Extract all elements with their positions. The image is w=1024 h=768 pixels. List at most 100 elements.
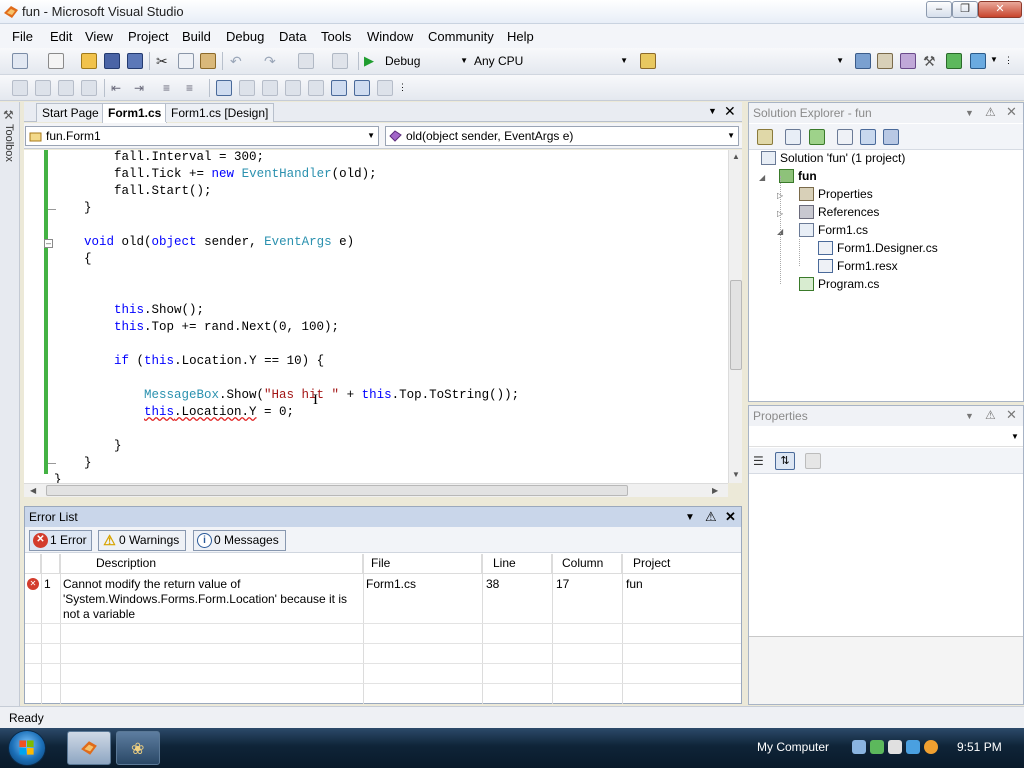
add-item-icon[interactable] — [48, 53, 64, 69]
start-debugging-icon[interactable]: ▶ — [364, 53, 380, 69]
solution-configuration-combo[interactable]: Debug ▼ — [382, 51, 470, 71]
close-panel-icon[interactable]: ✕ — [1006, 104, 1017, 120]
window-position-icon[interactable]: ▼ — [965, 108, 974, 118]
tree-item-solution[interactable]: Solution 'fun' (1 project) — [761, 149, 905, 167]
redo-icon[interactable]: ↷ — [264, 53, 280, 69]
properties-window-icon[interactable] — [877, 53, 893, 69]
quick-info-icon[interactable] — [58, 80, 74, 96]
chevron-down-icon[interactable]: ▼ — [990, 55, 998, 64]
view-designer-icon[interactable] — [860, 129, 876, 145]
refresh-icon[interactable] — [809, 129, 825, 145]
toolbar-options-icon[interactable]: ⋮ — [398, 82, 407, 93]
menu-file[interactable]: File — [12, 29, 33, 44]
next-bookmark-icon[interactable] — [262, 80, 278, 96]
types-combo[interactable]: fun.Form1 ▼ — [25, 126, 379, 146]
previous-bookmark-icon[interactable] — [239, 80, 255, 96]
taskbar-app-button[interactable]: ❀ — [116, 731, 160, 765]
scroll-thumb[interactable] — [730, 280, 742, 370]
object-selector-combo[interactable]: ▼ — [749, 427, 1023, 447]
messages-filter-button[interactable]: i 0 Messages — [193, 530, 286, 551]
parameter-info-icon[interactable] — [35, 80, 51, 96]
menu-view[interactable]: View — [85, 29, 113, 44]
alphabetical-icon[interactable]: ⇅ — [775, 452, 795, 470]
navigate-backward-icon[interactable] — [298, 53, 314, 69]
menu-debug[interactable]: Debug — [226, 29, 264, 44]
menu-edit[interactable]: Edit — [50, 29, 72, 44]
window-position-icon[interactable]: ▼ — [685, 512, 695, 523]
clear-bookmarks-icon[interactable] — [377, 80, 393, 96]
start-page-icon[interactable] — [946, 53, 962, 69]
column-header-line[interactable]: Line — [482, 554, 552, 574]
tree-item-program-cs[interactable]: Program.cs — [799, 275, 879, 293]
menu-help[interactable]: Help — [507, 29, 534, 44]
menu-build[interactable]: Build — [182, 29, 211, 44]
tree-item-form1-resx[interactable]: Form1.resx — [818, 257, 898, 275]
display-object-members-icon[interactable] — [12, 80, 28, 96]
window-position-icon[interactable]: ▼ — [965, 411, 974, 421]
next-bookmark-in-document-icon[interactable] — [354, 80, 370, 96]
menu-data[interactable]: Data — [279, 29, 306, 44]
show-all-files-icon[interactable] — [785, 129, 801, 145]
close-window-button[interactable]: ✕ — [978, 1, 1022, 18]
column-header-file[interactable]: File — [363, 554, 482, 574]
network-icon[interactable] — [852, 740, 866, 754]
column-header-index[interactable] — [41, 554, 60, 574]
tree-item-form1-designer[interactable]: Form1.Designer.cs — [818, 239, 938, 257]
navigate-forward-icon[interactable] — [332, 53, 348, 69]
comment-lines-icon[interactable]: ≡ — [163, 80, 179, 96]
previous-bookmark-in-folder-icon[interactable] — [285, 80, 301, 96]
toolbox-strip[interactable]: ⚒ Toolbox — [0, 102, 20, 706]
save-icon[interactable] — [104, 53, 120, 69]
new-project-icon[interactable] — [12, 53, 28, 69]
members-combo[interactable]: old(object sender, EventArgs e) ▼ — [385, 126, 739, 146]
find-in-files-icon[interactable] — [640, 53, 656, 69]
editor-horizontal-scrollbar[interactable]: ◀ ▶ — [24, 483, 728, 497]
scroll-thumb[interactable] — [46, 485, 628, 496]
copy-icon[interactable] — [178, 53, 194, 69]
column-header-project[interactable]: Project — [622, 554, 741, 574]
volume-icon[interactable] — [888, 740, 902, 754]
start-button[interactable] — [8, 730, 46, 766]
decrease-indent-icon[interactable]: ⇤ — [111, 80, 127, 96]
pin-icon[interactable]: ⚠ — [705, 509, 717, 525]
tree-item-form1-cs[interactable]: Form1.cs — [799, 221, 868, 239]
scroll-down-icon[interactable]: ▼ — [732, 470, 740, 479]
scroll-right-icon[interactable]: ▶ — [712, 486, 718, 495]
menu-community[interactable]: Community — [428, 29, 494, 44]
menu-window[interactable]: Window — [367, 29, 413, 44]
close-document-icon[interactable]: ✕ — [724, 103, 736, 120]
indicator-margin[interactable] — [24, 150, 44, 483]
uncomment-lines-icon[interactable]: ≡ — [186, 80, 202, 96]
minimize-button[interactable]: – — [926, 1, 952, 18]
column-header-column[interactable]: Column — [552, 554, 622, 574]
tree-item-properties[interactable]: Properties — [799, 185, 873, 203]
tab-form1-cs[interactable]: Form1.cs — [102, 103, 168, 123]
tab-form1-design[interactable]: Form1.cs [Design] — [165, 103, 275, 122]
cut-icon[interactable]: ✂ — [156, 53, 172, 69]
toolbox-icon[interactable]: ⚒ — [923, 53, 939, 69]
find-combo[interactable]: ▼ — [660, 51, 846, 71]
toggle-bookmark-icon[interactable] — [216, 80, 232, 96]
menu-project[interactable]: Project — [128, 29, 168, 44]
properties-icon[interactable] — [757, 129, 773, 145]
toolbar-options-icon[interactable]: ⋮ — [1004, 55, 1013, 66]
warnings-filter-button[interactable]: ⚠ 0 Warnings — [98, 530, 186, 551]
errors-filter-button[interactable]: ✕ 1 Error — [29, 530, 92, 551]
scroll-up-icon[interactable]: ▲ — [732, 152, 740, 161]
search-icon[interactable] — [924, 740, 938, 754]
collapse-icon[interactable]: ◢ — [759, 173, 765, 182]
tree-item-references[interactable]: References — [799, 203, 879, 221]
open-folder-icon[interactable] — [81, 53, 97, 69]
other-windows-icon[interactable] — [970, 53, 986, 69]
tab-start-page[interactable]: Start Page — [36, 103, 105, 122]
close-panel-icon[interactable]: ✕ — [1006, 407, 1017, 423]
column-header-description[interactable]: Description — [60, 554, 363, 574]
tray-label[interactable]: My Computer — [757, 740, 829, 754]
previous-bookmark-in-document-icon[interactable] — [331, 80, 347, 96]
scroll-left-icon[interactable]: ◀ — [30, 486, 36, 495]
complete-word-icon[interactable] — [81, 80, 97, 96]
taskbar-visual-studio-button[interactable] — [67, 731, 111, 765]
paste-icon[interactable] — [200, 53, 216, 69]
property-pages-icon[interactable] — [805, 453, 821, 469]
menu-tools[interactable]: Tools — [321, 29, 351, 44]
